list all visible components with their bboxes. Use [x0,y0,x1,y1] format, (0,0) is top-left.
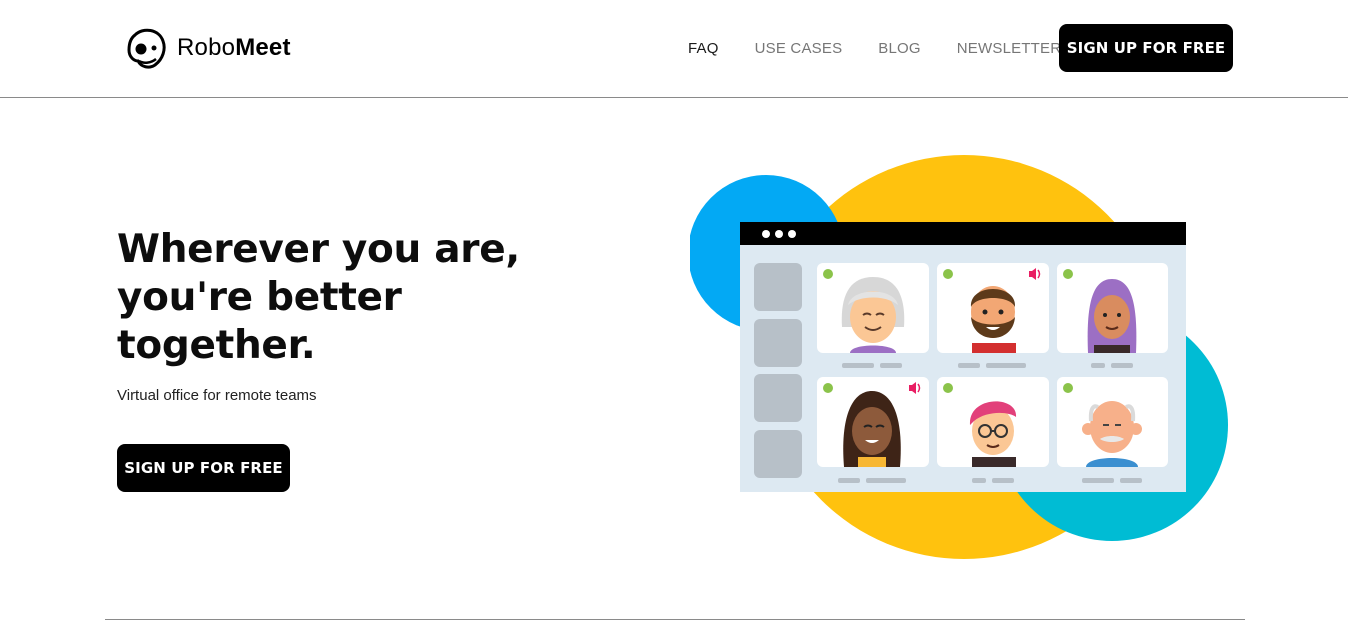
participant-tile-1 [817,263,929,353]
participant-tile-4 [817,377,929,467]
online-status-icon [823,269,833,279]
online-status-icon [1063,383,1073,393]
pink-hair-glasses-avatar [969,401,1017,467]
participant-tile-5 [937,377,1049,467]
sidebar-tile [754,430,802,478]
robot-head-icon [127,28,166,69]
window-dot-icon [775,230,783,238]
hijab-woman-avatar [1087,279,1137,353]
hero-title-line-3: together. [117,323,316,368]
participant-tile-6 [1057,377,1168,467]
sidebar-tile [754,263,802,311]
hero-signup-button[interactable]: SIGN UP FOR FREE [117,444,290,492]
online-status-icon [823,383,833,393]
hero-subtitle: Virtual office for remote teams [117,387,317,404]
nav-faq[interactable]: FAQ [688,40,719,57]
hero-title: Wherever you are, you're better together… [117,226,537,370]
participant-tile-2 [937,263,1049,353]
window-dot-icon [788,230,796,238]
window-dot-icon [762,230,770,238]
nav-blog[interactable]: BLOG [878,40,920,57]
online-status-icon [943,383,953,393]
main-nav: FAQ USE CASES BLOG NEWSLETTER [688,24,1097,72]
video-call-illustration [690,155,1228,559]
online-status-icon [1063,269,1073,279]
site-header: RoboMeet FAQ USE CASES BLOG NEWSLETTER S… [0,0,1348,98]
hero-title-line-1: Wherever you are, [117,227,520,272]
robomeet-logo[interactable]: RoboMeet [125,27,291,69]
nav-use-cases[interactable]: USE CASES [755,40,843,57]
brand-name: RoboMeet [177,34,291,61]
participant-tile-3 [1057,263,1168,353]
section-divider [105,619,1245,620]
header-signup-button[interactable]: SIGN UP FOR FREE [1059,24,1233,72]
nav-newsletter[interactable]: NEWSLETTER [957,40,1062,57]
window-titlebar [740,222,1186,245]
sidebar-tile [754,319,802,367]
online-status-icon [943,269,953,279]
sidebar-tile [754,374,802,422]
hero-title-line-2: you're better [117,275,402,320]
